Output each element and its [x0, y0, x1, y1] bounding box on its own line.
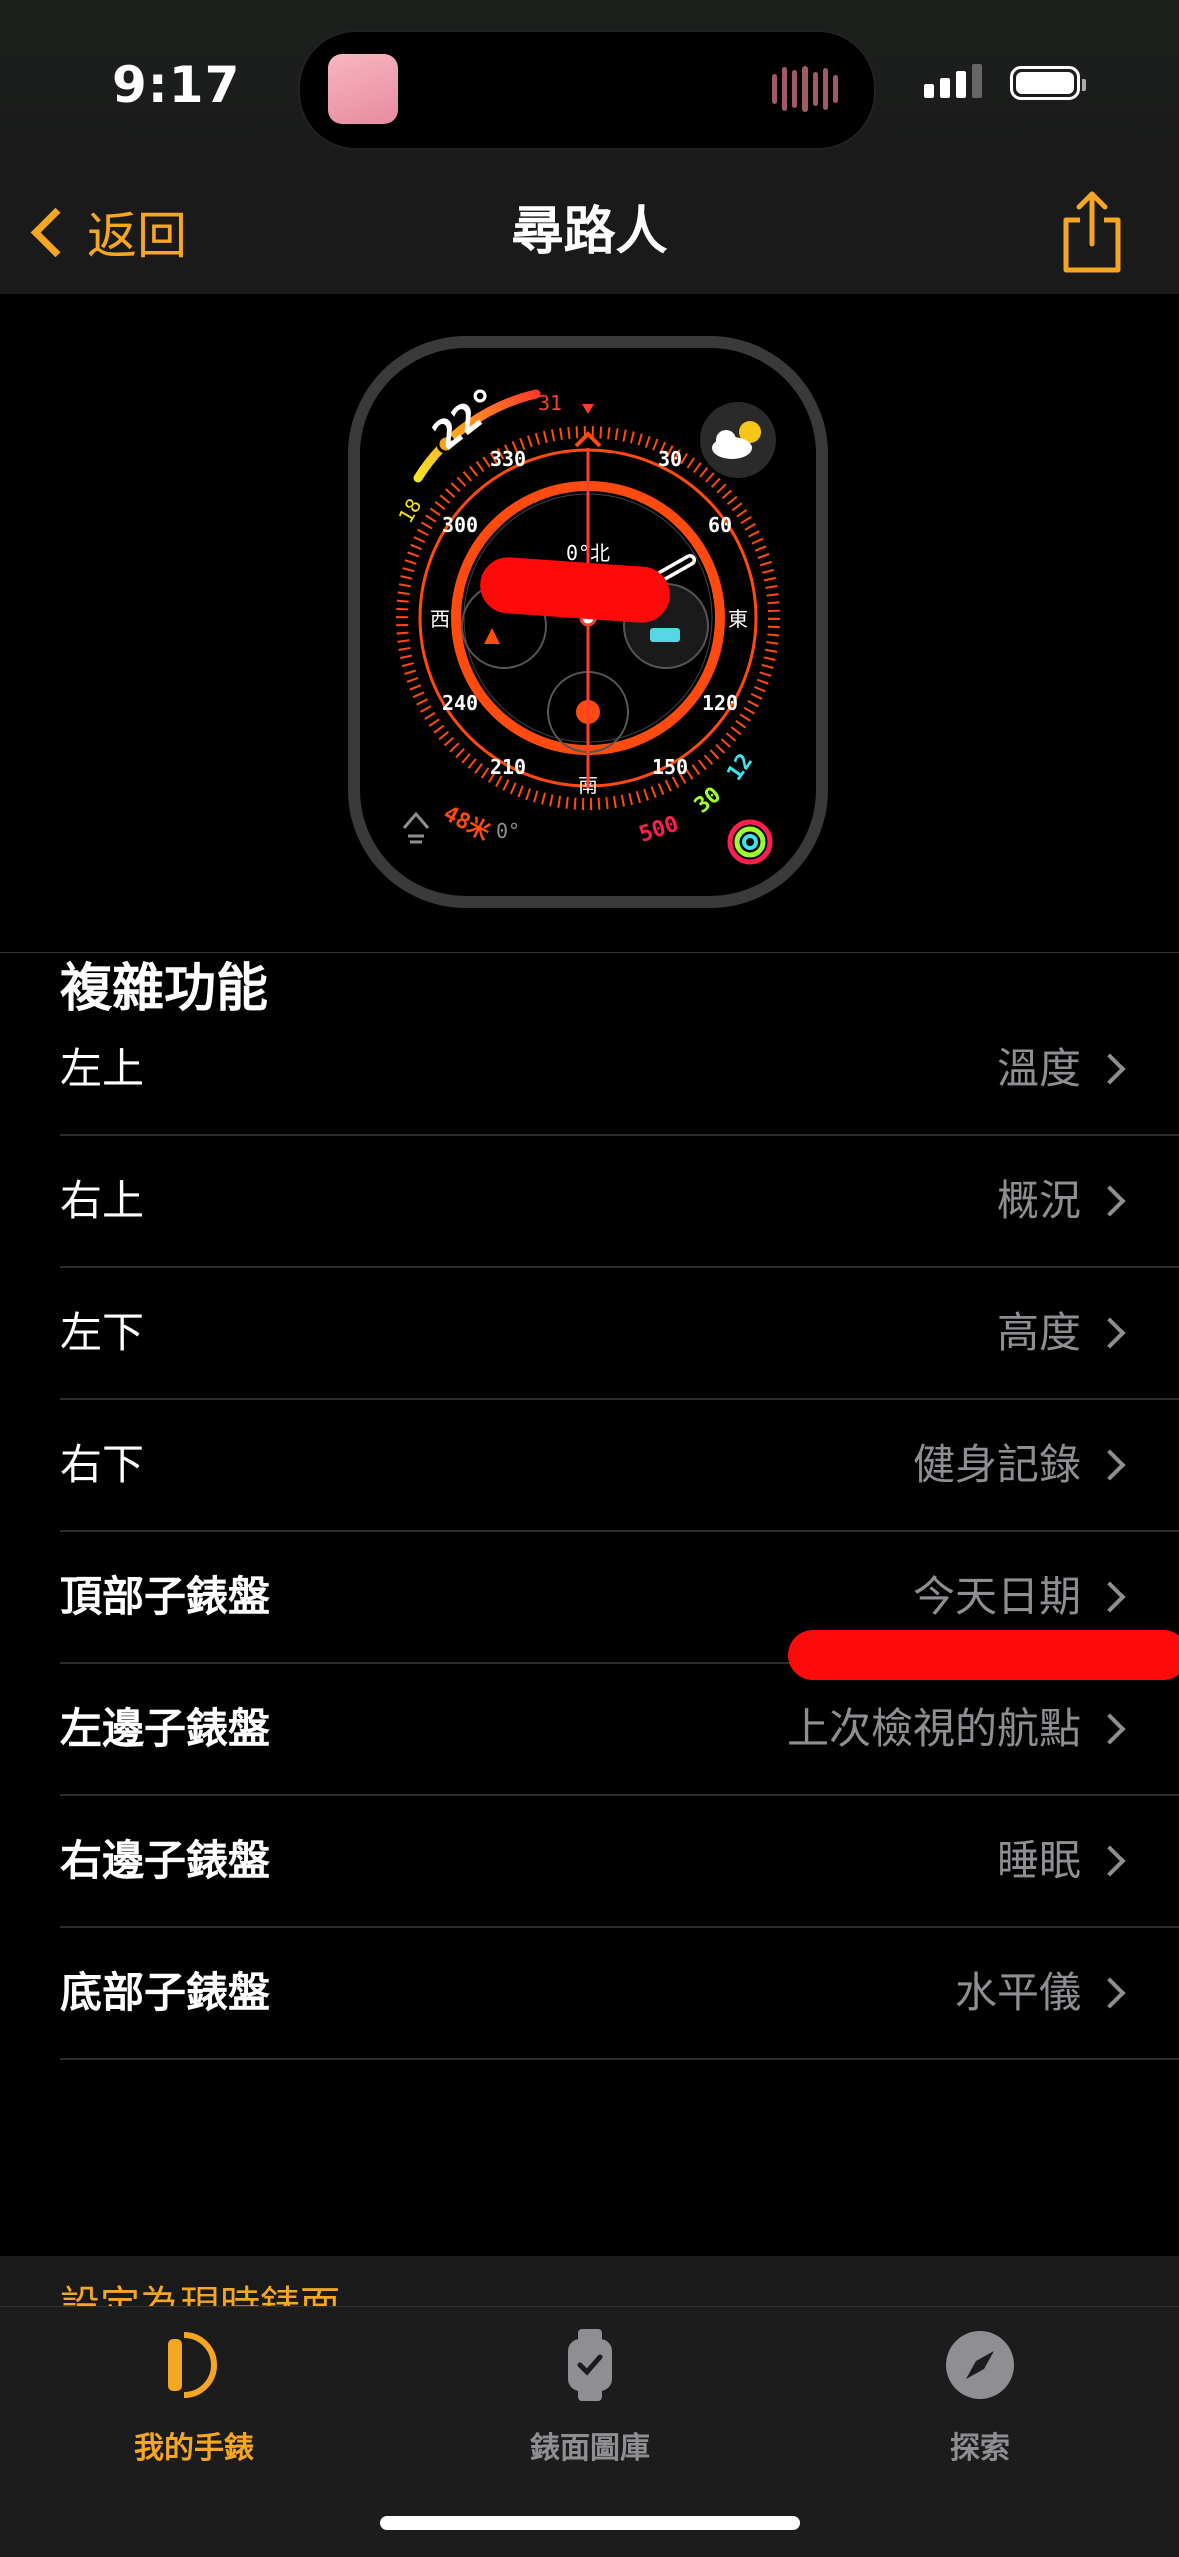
activity-rings-icon — [727, 819, 773, 865]
row-label: 底部子錶盤 — [60, 1968, 271, 2017]
watch-gallery-icon — [568, 2329, 612, 2401]
bezel-number: 30 — [658, 447, 682, 471]
altitude-value: 48米 — [439, 801, 494, 846]
complication-row-top-right[interactable]: 右上 概況 — [60, 1136, 1179, 1268]
bezel-number: 240 — [442, 691, 478, 715]
activity-stand-value: 12 — [722, 749, 758, 785]
row-label: 左下 — [60, 1308, 145, 1357]
altitude-icon — [402, 811, 430, 844]
row-value: 上次檢視的航點 — [786, 1704, 1081, 1753]
row-value: 概況 — [996, 1176, 1081, 1225]
bezel-number: 300 — [442, 513, 478, 537]
chevron-right-icon — [1094, 1845, 1126, 1877]
tab-my-watch[interactable]: 我的手錶 — [44, 2325, 344, 2467]
chevron-right-icon — [1094, 1317, 1126, 1349]
cellular-signal-icon — [924, 64, 982, 98]
chevron-up-icon — [574, 431, 602, 448]
watch-case: 22° 18 31 330 30 60 300 120 240 210 150 … — [348, 336, 828, 908]
complication-row-right-subdial[interactable]: 右邊子錶盤 睡眠 — [60, 1796, 1179, 1928]
chevron-right-icon — [1094, 1053, 1126, 1085]
bezel-number: 210 — [490, 755, 526, 779]
set-current-face-link[interactable]: 設定為現時錶面 — [60, 2276, 340, 2306]
now-playing-artwork — [328, 54, 398, 124]
north-marker-icon — [582, 404, 594, 414]
row-label: 頂部子錶盤 — [60, 1572, 271, 1621]
audio-waveform-icon — [772, 66, 838, 112]
direction-east: 東 — [728, 607, 748, 631]
level-value: 0° — [496, 819, 520, 843]
navigation-bar: 返回 尋路人 — [0, 170, 1179, 295]
tab-discover[interactable]: 探索 — [830, 2325, 1130, 2467]
chevron-right-icon — [1094, 1713, 1126, 1745]
watch-icon — [168, 2332, 217, 2398]
row-value: 高度 — [996, 1308, 1081, 1357]
row-value: 溫度 — [996, 1044, 1081, 1093]
chevron-right-icon — [1094, 1449, 1126, 1481]
chevron-right-icon — [1094, 1185, 1126, 1217]
row-value: 睡眠 — [996, 1836, 1081, 1885]
watch-face-preview: 22° 18 31 330 30 60 300 120 240 210 150 … — [0, 294, 1179, 952]
complications-list: 左上 溫度 右上 概況 左下 高度 右下 健身記錄 頂部子錶盤 今天日期 左邊子… — [0, 1004, 1179, 2060]
tab-label: 探索 — [950, 2431, 1010, 2466]
complication-row-bottom-left[interactable]: 左下 高度 — [60, 1268, 1179, 1400]
wayfinder-face: 22° 18 31 330 30 60 300 120 240 210 150 … — [393, 378, 780, 865]
page-title: 尋路人 — [511, 202, 668, 262]
row-value: 健身記錄 — [912, 1440, 1081, 1489]
temperature-high: 31 — [538, 391, 562, 415]
row-label: 右下 — [60, 1440, 145, 1489]
temperature-low: 18 — [393, 494, 426, 527]
bed-icon — [650, 628, 680, 642]
activity-exercise-value: 30 — [690, 782, 726, 818]
direction-west: 西 — [430, 607, 450, 631]
row-value: 水平儀 — [954, 1968, 1081, 2017]
bezel-number: 60 — [708, 513, 732, 537]
complication-row-left-subdial[interactable]: 左邊子錶盤 上次檢視的航點 — [60, 1664, 1179, 1796]
chevron-right-icon — [1094, 1977, 1126, 2009]
complication-row-bottom-right[interactable]: 右下 健身記錄 — [60, 1400, 1179, 1532]
row-label: 右邊子錶盤 — [60, 1836, 271, 1885]
activity-move-value: 500 — [636, 812, 682, 848]
status-time: 9:17 — [112, 56, 241, 114]
bezel-number: 120 — [702, 691, 738, 715]
bezel-number: 330 — [490, 447, 526, 471]
tab-label: 我的手錶 — [134, 2431, 254, 2466]
dynamic-island[interactable] — [298, 30, 876, 150]
status-bar: 9:17 — [0, 0, 1179, 170]
complication-row-top-left[interactable]: 左上 溫度 — [60, 1004, 1179, 1136]
complication-row-bottom-subdial[interactable]: 底部子錶盤 水平儀 — [60, 1928, 1179, 2060]
row-label: 右上 — [60, 1176, 145, 1225]
chevron-right-icon — [1094, 1581, 1126, 1613]
compass-icon — [946, 2331, 1014, 2399]
share-icon[interactable] — [1052, 188, 1132, 278]
row-label: 左上 — [60, 1044, 145, 1093]
tab-face-gallery[interactable]: 錶面圖庫 — [440, 2325, 740, 2467]
bezel-number: 150 — [652, 755, 688, 779]
tab-label: 錶面圖庫 — [530, 2431, 650, 2466]
home-indicator[interactable] — [380, 2516, 800, 2530]
battery-icon — [1010, 66, 1086, 100]
row-label: 左邊子錶盤 — [60, 1704, 271, 1753]
redaction-mark — [788, 1630, 1179, 1680]
